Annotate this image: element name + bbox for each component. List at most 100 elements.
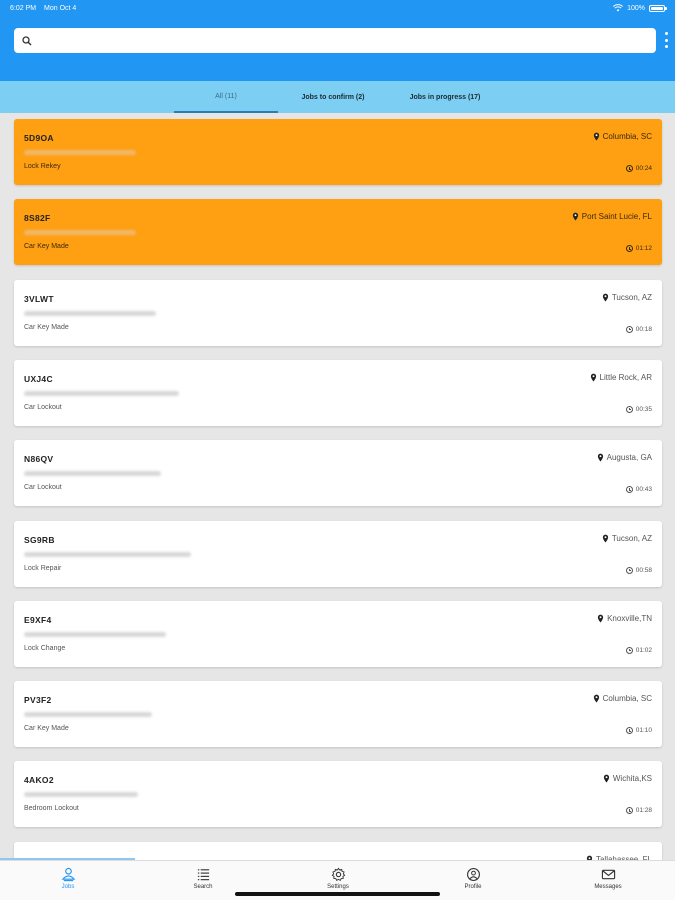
search-bar[interactable] — [14, 28, 656, 53]
job-location: Tucson, AZ — [602, 534, 652, 543]
nav-messages[interactable]: Messages — [563, 867, 653, 897]
clock-icon — [625, 486, 633, 494]
nav-jobs-label: Jobs — [61, 884, 75, 890]
job-location: Augusta, GA — [597, 453, 652, 462]
job-service: Car Key Made — [24, 243, 69, 251]
job-card[interactable]: SG9RB Lock Repair Tucson, AZ 00:58 — [14, 520, 662, 587]
location-pin-icon — [602, 534, 608, 542]
location-pin-icon — [597, 453, 603, 462]
nav-jobs[interactable]: Jobs — [23, 867, 113, 897]
job-time-text: 01:02 — [635, 646, 652, 654]
job-service: Car Lockout — [24, 484, 62, 492]
job-card[interactable]: 8S82F Car Key Made Port Saint Lucie, FL 01:… — [14, 199, 662, 266]
job-time-text: 00:24 — [635, 165, 652, 172]
job-address-redacted — [24, 631, 166, 637]
job-location: Tucson, AZ — [602, 293, 652, 302]
tab-all[interactable]: All (11) — [174, 81, 278, 113]
status-time: 6:02 PM — [10, 5, 37, 12]
job-service: Lock Change — [24, 644, 66, 652]
job-code: N86QV — [24, 454, 54, 465]
job-location: Knoxville,TN — [597, 614, 652, 623]
job-location-text: Little Rock, AR — [599, 372, 652, 382]
job-code: 8S82F — [24, 213, 51, 224]
clock-icon — [625, 566, 633, 574]
nav-messages-label: Messages — [594, 884, 622, 890]
location-pin-icon — [572, 212, 578, 221]
job-card[interactable]: 4AKO2 Bedroom Lockout Wichita,KS 01:28 — [14, 761, 662, 828]
clock-icon — [625, 727, 633, 735]
battery-percent: 100% — [627, 4, 645, 12]
job-time-text: 00:58 — [635, 566, 652, 574]
job-code: E9XF4 — [24, 614, 52, 625]
job-time: 01:28 — [625, 807, 652, 815]
job-time-text: 01:10 — [635, 727, 652, 735]
tab-jobs-to-confirm[interactable]: Jobs to confirm (2) — [283, 81, 383, 113]
search-icon — [22, 35, 32, 45]
job-service: Car Key Made — [24, 323, 69, 331]
nav-search-label: Search — [193, 884, 213, 890]
job-address-redacted — [24, 471, 161, 477]
job-card[interactable]: N86QV Car Lockout Augusta, GA 00:43 — [14, 440, 662, 507]
job-location-text: Wichita,KS — [612, 774, 652, 784]
clock-icon — [625, 405, 633, 413]
wifi-icon — [613, 4, 624, 12]
job-list: 5D9OA Lock Rekey Columbia, SC 00:24 8S82F Car… — [0, 113, 675, 860]
job-service: Lock Rekey — [24, 163, 61, 170]
job-service: Car Lockout — [24, 403, 62, 411]
job-service: Car Key Made — [24, 725, 69, 733]
search-input[interactable] — [38, 28, 656, 53]
location-pin-icon — [597, 614, 604, 623]
job-time-text: 01:12 — [635, 245, 652, 253]
job-card[interactable]: PV3F2 Car Key Made Columbia, SC 01:10 — [14, 681, 662, 748]
job-location-text: Columbia, SC — [602, 132, 652, 141]
job-location: Wichita,KS — [603, 774, 652, 783]
profile-icon — [466, 868, 480, 881]
job-address-redacted — [24, 551, 191, 557]
job-time: 01:12 — [625, 245, 652, 253]
tab-jobs-in-progress[interactable]: Jobs in progress (17) — [390, 81, 500, 113]
job-time: 00:43 — [625, 486, 652, 494]
nav-profile-label: Profile — [464, 884, 482, 890]
clock-icon — [625, 325, 633, 333]
nav-settings-label: Settings — [327, 884, 349, 890]
location-pin-icon — [590, 373, 596, 382]
mail-icon — [601, 869, 615, 880]
app-header: 6:02 PM Mon Oct 4 100% — [0, 0, 675, 81]
job-location-text: Columbia, SC — [602, 694, 652, 704]
job-time: 01:02 — [625, 646, 652, 654]
battery-icon — [649, 4, 667, 12]
home-indicator — [235, 892, 440, 896]
job-code: 3VLWT — [24, 293, 54, 304]
more-menu-icon[interactable] — [662, 31, 670, 49]
job-time-text: 01:28 — [635, 807, 652, 815]
jobs-icon — [61, 867, 75, 882]
job-card[interactable]: 3VLWT Car Key Made Tucson, AZ 00:18 — [14, 279, 662, 346]
job-location: Little Rock, AR — [590, 373, 652, 382]
location-pin-icon — [593, 132, 599, 141]
job-time: 00:58 — [625, 566, 652, 574]
location-pin-icon — [593, 694, 599, 703]
nav-profile[interactable]: Profile — [428, 867, 518, 897]
list-icon — [197, 869, 209, 881]
job-location: Columbia, SC — [593, 132, 652, 141]
clock-icon — [625, 165, 633, 172]
job-address-redacted — [24, 310, 156, 316]
job-location-text: Knoxville,TN — [607, 613, 652, 623]
job-time: 01:10 — [625, 727, 652, 735]
job-code: SG9RB — [24, 534, 55, 545]
tab-bar: All (11) Jobs to confirm (2) Jobs in pro… — [0, 81, 675, 113]
location-pin-icon — [602, 293, 608, 302]
clock-icon — [625, 807, 633, 815]
job-code: 4AKO2 — [24, 775, 54, 786]
job-time: 00:24 — [625, 165, 652, 172]
job-address-redacted — [24, 230, 136, 236]
job-card[interactable]: UXJ4C Car Lockout Little Rock, AR 00:35 — [14, 359, 662, 426]
job-card[interactable]: 5D9OA Lock Rekey Columbia, SC 00:24 — [14, 119, 662, 185]
job-card[interactable]: E9XF4 Lock Change Knoxville,TN 01:02 — [14, 600, 662, 667]
job-time-text: 00:43 — [635, 486, 652, 494]
job-location: Columbia, SC — [593, 694, 652, 703]
job-address-redacted — [24, 390, 179, 396]
job-code: 5D9OA — [24, 133, 54, 143]
status-bar: 6:02 PM Mon Oct 4 100% — [0, 0, 675, 18]
job-time: 00:35 — [625, 405, 652, 413]
